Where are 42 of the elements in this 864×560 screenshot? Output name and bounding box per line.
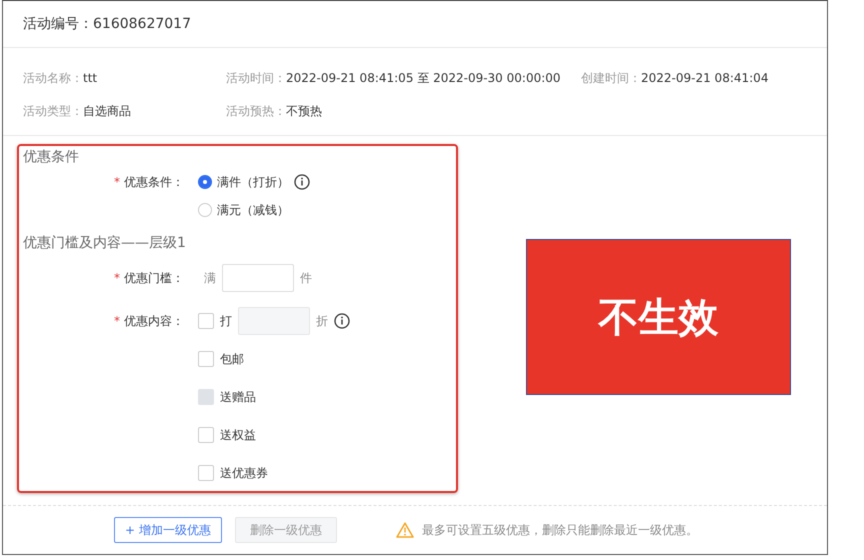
- checkbox-label[interactable]: 送权益: [220, 426, 256, 444]
- info-label: 活动时间：: [226, 71, 286, 85]
- required-mark: *: [114, 270, 120, 284]
- prefix-text: 满: [204, 270, 216, 286]
- threshold-input[interactable]: [222, 264, 294, 292]
- info-label: 活动名称：: [23, 71, 83, 85]
- warning-icon: [396, 522, 414, 538]
- required-mark: *: [114, 314, 120, 328]
- section-title: 优惠门槛及内容——层级1: [22, 234, 187, 252]
- radio-button[interactable]: [198, 203, 212, 217]
- field-label: 优惠条件：: [124, 175, 184, 189]
- info-value: 2022-09-21 08:41:05 至 2022-09-30 00:00:00: [286, 71, 561, 85]
- checkbox[interactable]: [198, 465, 214, 481]
- field-label: 优惠门槛：: [124, 270, 184, 284]
- radio-label[interactable]: 满件（打折）: [217, 174, 289, 190]
- checkbox-label[interactable]: 送优惠券: [220, 464, 268, 482]
- unit-text: 件: [300, 270, 312, 286]
- info-value: 2022-09-21 08:41:04: [641, 71, 768, 85]
- prefix-text: 打: [220, 312, 232, 330]
- checkbox[interactable]: [198, 427, 214, 443]
- required-mark: *: [114, 175, 120, 189]
- info-label: 创建时间：: [581, 71, 641, 85]
- info-value: ttt: [83, 71, 98, 85]
- warning-text: 最多可设置五级优惠，删除只能删除最近一级优惠。: [422, 522, 698, 538]
- info-value: 自选商品: [83, 104, 131, 118]
- radio-button[interactable]: [198, 175, 212, 189]
- add-tier-button[interactable]: + 增加一级优惠: [114, 517, 222, 543]
- info-icon[interactable]: [294, 174, 310, 190]
- info-icon[interactable]: [334, 313, 350, 329]
- info-label: 活动预热：: [226, 104, 286, 118]
- activity-id-label: 活动编号：: [23, 15, 93, 33]
- activity-id: 61608627017: [93, 16, 191, 32]
- checkbox-label[interactable]: 包邮: [220, 350, 244, 368]
- checkbox[interactable]: [198, 313, 214, 329]
- unit-text: 折: [316, 312, 328, 330]
- checkbox[interactable]: [198, 351, 214, 367]
- section-title: 优惠条件: [22, 148, 80, 166]
- inactive-banner: 不生效: [526, 239, 791, 395]
- info-label: 活动类型：: [23, 104, 83, 118]
- radio-label[interactable]: 满元（减钱）: [217, 202, 289, 218]
- field-label: 优惠内容：: [124, 314, 184, 328]
- info-value: 不预热: [286, 104, 322, 118]
